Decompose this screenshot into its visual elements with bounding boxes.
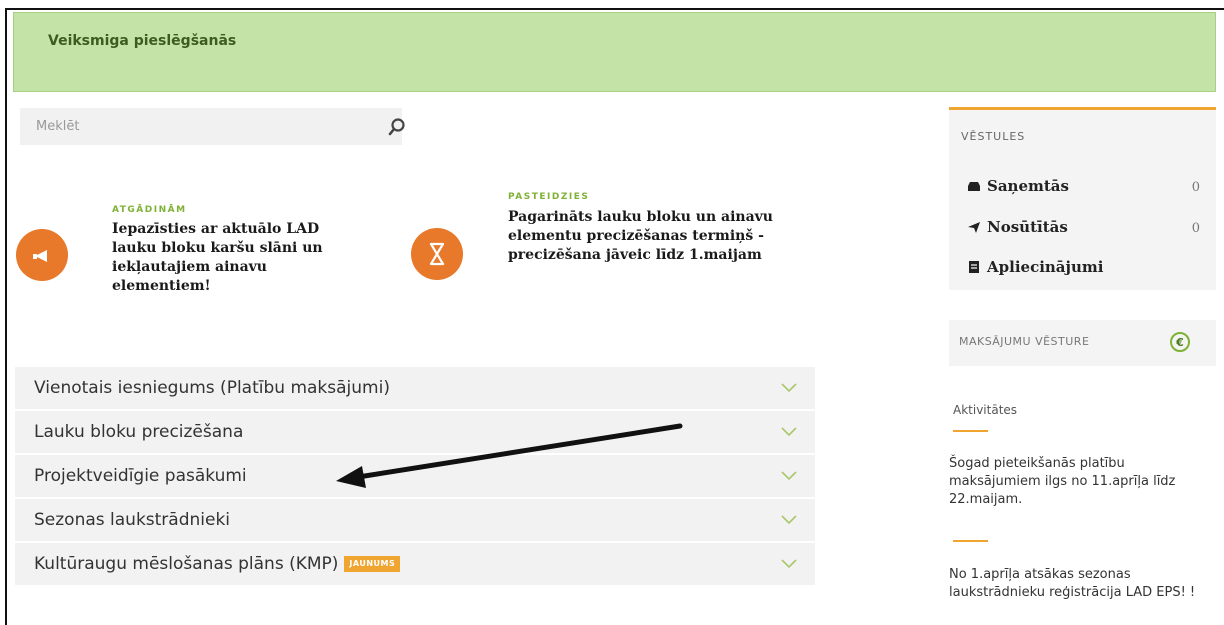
payment-history-link[interactable]: MAKSĀJUMU VĒSTURE € [949, 320, 1216, 366]
notice-tag: ATGĀDINĀM [112, 205, 187, 215]
letters-received-link[interactable]: Saņemtās [967, 177, 1069, 195]
annotation-arrow [336, 423, 683, 488]
search-input[interactable] [20, 108, 360, 145]
letters-sent-label: Nosūtītās [987, 218, 1068, 236]
letters-received-count: 0 [1191, 180, 1200, 195]
divider [953, 540, 988, 542]
chevron-down-icon [781, 427, 797, 437]
accordion-label: Lauku bloku precizēšana [34, 422, 244, 442]
accordion-item-sezonas[interactable]: Sezonas laukstrādnieki [15, 499, 815, 543]
divider [953, 430, 988, 432]
letters-heading: VĒSTULES [961, 130, 1026, 143]
megaphone-icon [16, 229, 68, 281]
inbox-icon [968, 182, 980, 191]
chevron-down-icon [781, 515, 797, 525]
letters-sent-link[interactable]: Nosūtītās [967, 218, 1068, 236]
activity-item[interactable]: Šogad pieteikšanās platību maksājumiem i… [949, 455, 1211, 509]
chevron-down-icon [781, 471, 797, 481]
accordion-label: Projektveidīgie pasākumi [34, 466, 247, 486]
search-box [20, 108, 405, 145]
accordion-item-vienotais-iesniegums[interactable]: Vienotais iesniegums (Platību maksājumi) [15, 367, 815, 411]
letters-certificates-label: Apliecinājumi [987, 258, 1104, 276]
notice-title-link[interactable]: Iepazīsties ar aktuālo LAD lauku bloku k… [112, 220, 352, 296]
accordion-label-text: Kultūraugu mēslošanas plāns (KMP) [34, 554, 339, 574]
activity-item[interactable]: No 1.aprīļa atsākas sezonas laukstrādnie… [949, 566, 1211, 602]
accordion-item-kmp[interactable]: Kultūraugu mēslošanas plāns (KMP) JAUNUM… [15, 543, 815, 587]
window-frame-left [5, 8, 7, 625]
hourglass-icon [411, 228, 463, 280]
letters-sent-count: 0 [1191, 221, 1200, 236]
accordion-label: Sezonas laukstrādnieki [34, 510, 231, 530]
activities-heading: Aktivitātes [953, 403, 1018, 417]
accordion-label: Kultūraugu mēslošanas plāns (KMP) JAUNUM… [34, 554, 401, 574]
notice-tag: PASTEIDZIES [508, 192, 590, 202]
payment-history-label: MAKSĀJUMU VĒSTURE [959, 335, 1090, 348]
send-icon [968, 222, 980, 233]
chevron-down-icon [781, 383, 797, 393]
letters-received-label: Saņemtās [987, 177, 1069, 195]
chevron-down-icon [781, 559, 797, 569]
certificate-icon [969, 261, 979, 273]
notice-title-link[interactable]: Pagarināts lauku bloku un ainavu element… [508, 208, 778, 265]
success-message: Veiksmiga pieslēgšanās [48, 33, 237, 49]
success-banner: Veiksmiga pieslēgšanās [13, 12, 1216, 92]
window-frame-top [5, 8, 1224, 10]
letters-panel: VĒSTULES Saņemtās 0 Nosūtītās 0 Apliecin… [949, 107, 1216, 290]
letters-certificates-link[interactable]: Apliecinājumi [967, 258, 1103, 276]
search-icon[interactable] [387, 117, 407, 137]
accordion-label: Vienotais iesniegums (Platību maksājumi) [34, 378, 390, 398]
euro-icon: € [1170, 332, 1190, 352]
new-badge: JAUNUMS [344, 556, 401, 572]
